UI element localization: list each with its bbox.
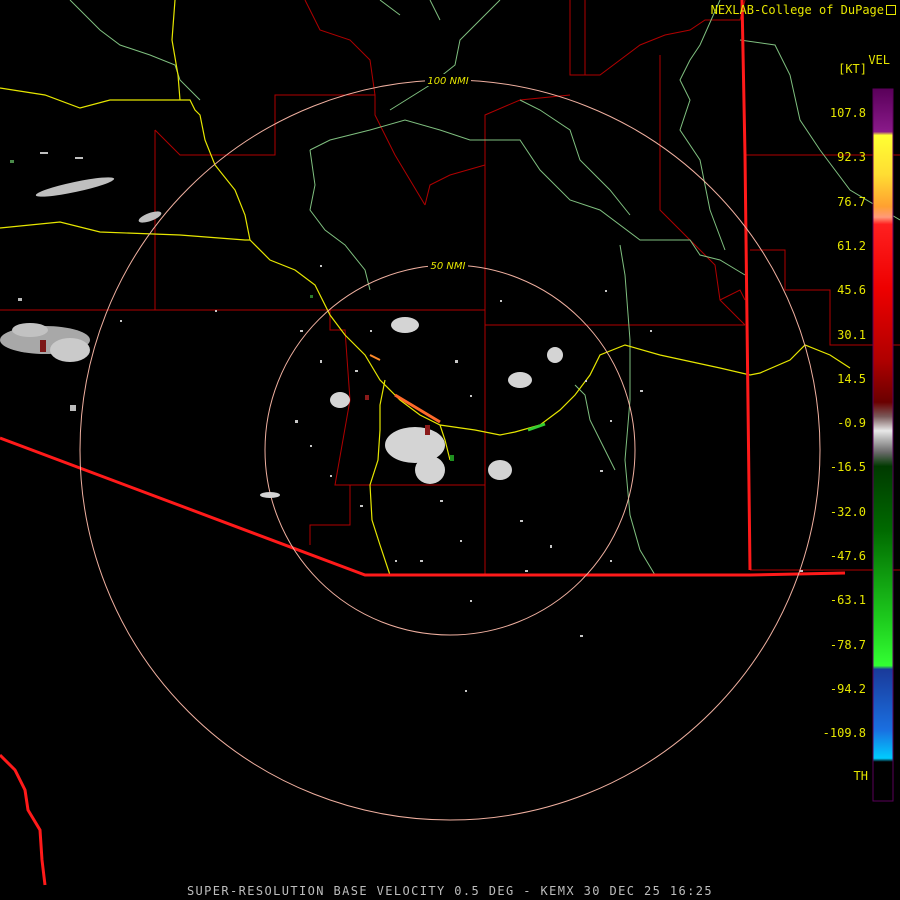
legend-label: 30.1 [837,327,866,342]
legend-label: -109.8 [822,726,866,741]
legend-label: 45.6 [837,283,866,298]
legend-label: 61.2 [837,238,866,253]
legend-label: 92.3 [837,150,866,165]
legend-label: TH [853,768,868,783]
legend-label: -47.6 [829,549,866,563]
legend-label: -94.2 [829,681,866,696]
echo-cluster-northwest [10,152,162,223]
highways [0,0,851,576]
product-caption: SUPER-RESOLUTION BASE VELOCITY 0.5 DEG -… [186,884,714,898]
radar-map: 100 NMI 50 NMI [0,0,900,886]
legend-label: -78.7 [829,637,866,652]
echo-cluster-west [0,298,90,411]
legend-title: VEL [868,53,890,67]
credit-label: NEXLAB-College of DuPage [711,3,896,17]
range-rings [79,79,821,821]
credit-text: NEXLAB-College of DuPage [710,3,884,17]
legend-label: -63.1 [829,593,866,608]
range-ring-100 [79,79,821,821]
legend-colorbar [872,88,894,802]
external-link-icon [886,5,896,15]
echo-scatter [120,265,803,692]
legend-label: -16.5 [829,460,866,475]
echo-cluster-center [260,317,563,498]
range-ring-50 [264,264,636,636]
range-ring-label-100: 100 NMI [427,76,468,87]
range-ring-label-50: 50 NMI [431,261,466,272]
legend-units: [KT] [838,62,867,76]
legend-label: 14.5 [837,371,866,386]
legend-label: -0.9 [837,416,866,431]
legend-label: 76.7 [837,194,866,209]
legend-label: 107.8 [829,106,866,120]
legend-label: -32.0 [829,504,866,519]
